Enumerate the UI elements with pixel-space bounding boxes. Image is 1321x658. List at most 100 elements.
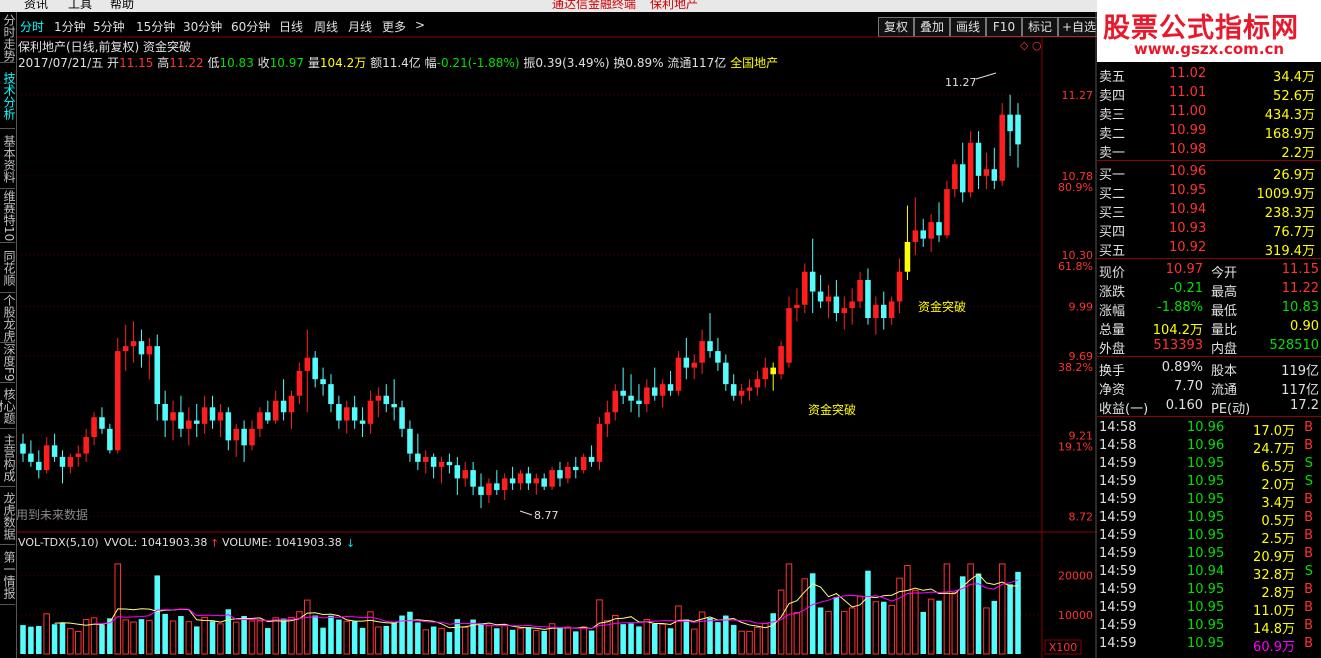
candle-body — [596, 423, 603, 462]
stat-label: 收益(一) — [1099, 402, 1149, 417]
volume-bar — [588, 630, 595, 654]
candle-body — [644, 387, 650, 404]
volume-bar — [730, 624, 737, 654]
volume-bar — [494, 628, 500, 654]
volume-bar — [580, 626, 587, 655]
candle-body — [154, 346, 161, 404]
volume-bar — [943, 563, 951, 655]
candle-body — [304, 357, 311, 371]
fib-pct-label: 19.1% — [1058, 440, 1093, 453]
tick-side: B — [1304, 510, 1313, 525]
volume-bar — [770, 613, 776, 654]
candle-body — [920, 230, 927, 239]
volume-bar — [328, 615, 334, 654]
panel-separator — [1097, 416, 1321, 417]
volume-bar — [991, 600, 998, 654]
fib-pct-label: 61.8% — [1058, 260, 1093, 273]
volume-bar — [122, 619, 129, 655]
candle-body — [549, 470, 555, 487]
kline-chart[interactable]: 11.2710.7810.309.999.699.218.7280.9%61.8… — [0, 0, 1097, 658]
candle-body — [75, 453, 82, 457]
candle-body — [162, 403, 168, 421]
candle-body — [36, 461, 42, 471]
candle-body — [873, 304, 879, 319]
volume-bar — [888, 604, 895, 655]
volume-bar — [1015, 571, 1021, 654]
volume-bar — [28, 626, 34, 654]
tick-side: B — [1304, 600, 1313, 615]
volume-bar — [833, 597, 840, 654]
stat-row: 涨跌 -0.21 最高 11.22 — [1097, 279, 1321, 300]
tick-time: 14:59 — [1099, 600, 1137, 615]
volume-bar — [130, 621, 137, 655]
candle-body — [817, 291, 824, 302]
volume-bar — [51, 624, 58, 654]
candle-body — [802, 271, 808, 305]
candle-body — [478, 486, 484, 495]
candle-body — [865, 279, 871, 319]
tick-price: 10.95 — [1187, 618, 1225, 633]
volume-bar — [67, 628, 74, 655]
candle-body — [146, 346, 153, 355]
volume-bar — [865, 570, 871, 654]
candle-body — [675, 357, 682, 391]
buy-price: 10.92 — [1169, 240, 1207, 255]
candle-body — [130, 341, 137, 347]
tick-time: 14:58 — [1099, 438, 1137, 453]
volume-bar — [375, 626, 382, 655]
candle-body — [422, 456, 429, 462]
candle-body — [841, 308, 848, 314]
candle-body — [667, 384, 674, 391]
stat-row: 涨幅 -1.88% 最低 10.83 — [1097, 298, 1321, 319]
sell-row: 卖四 11.01 52.6万 — [1097, 83, 1321, 104]
volume-bar — [430, 626, 437, 654]
candle-body — [265, 412, 271, 421]
tick-side: S — [1304, 564, 1313, 579]
signal-label: 资金突破 — [808, 402, 856, 417]
candle-body — [454, 465, 461, 479]
volume-bar — [872, 601, 880, 655]
min-price-label: 8.77 — [534, 509, 559, 522]
vvol-label: VVOL: 1041903.38 — [104, 536, 207, 549]
volume-bar — [896, 577, 903, 655]
stat-row: 换手 0.89% 股本 119亿 — [1097, 358, 1321, 379]
price-tick-label: 11.27 — [1062, 89, 1094, 102]
sell-price: 11.00 — [1169, 104, 1207, 119]
volume-bar — [501, 624, 508, 655]
volume-bar — [825, 610, 832, 655]
candle-body — [580, 456, 587, 471]
sell-row: 卖二 10.99 168.9万 — [1097, 121, 1321, 142]
volume-unit: X100 — [1049, 641, 1078, 654]
quote-panel: 卖五 11.02 34.4万 卖四 11.01 52.6万 卖三 11.00 434.3万 卖二 1… — [1097, 62, 1321, 658]
stat-row: 收益(一) 0.160 PE(动) 17.2 — [1097, 396, 1321, 417]
volume-bar — [169, 620, 177, 655]
candle-body — [28, 453, 34, 462]
price-tick-label: 8.72 — [1069, 510, 1094, 523]
price-tick-label: 9.99 — [1069, 300, 1094, 313]
stat-label-2: 内盘 — [1211, 342, 1238, 357]
candle-body — [486, 483, 492, 495]
buy-price: 10.93 — [1169, 221, 1207, 236]
tick-time: 14:59 — [1099, 510, 1137, 525]
volume-bar — [20, 625, 26, 654]
candle-body — [786, 308, 792, 363]
tick-time: 14:59 — [1099, 636, 1137, 651]
volume-indicator-label: VOL-TDX(5,10) — [18, 536, 99, 549]
tick-row: 14:59 10.95 3.4万 B — [1097, 490, 1321, 511]
tick-row: 14:59 10.95 11.0万 B — [1097, 598, 1321, 619]
candle-body — [778, 346, 784, 375]
candle-body — [193, 420, 200, 424]
tick-time: 14:59 — [1099, 492, 1137, 507]
candle-body — [383, 395, 390, 404]
candle-body — [999, 114, 1005, 181]
buy-row: 买一 10.96 26.9万 — [1097, 162, 1321, 183]
candle-body — [257, 412, 263, 429]
tick-row: 14:58 10.96 24.7万 B — [1097, 436, 1321, 457]
candle-body — [438, 461, 445, 467]
volume-bar — [59, 622, 66, 654]
candle-body — [746, 387, 753, 391]
tick-price: 10.95 — [1187, 600, 1225, 615]
candle-body — [122, 346, 129, 352]
candle-body — [233, 428, 239, 441]
volume-bar — [936, 600, 942, 654]
